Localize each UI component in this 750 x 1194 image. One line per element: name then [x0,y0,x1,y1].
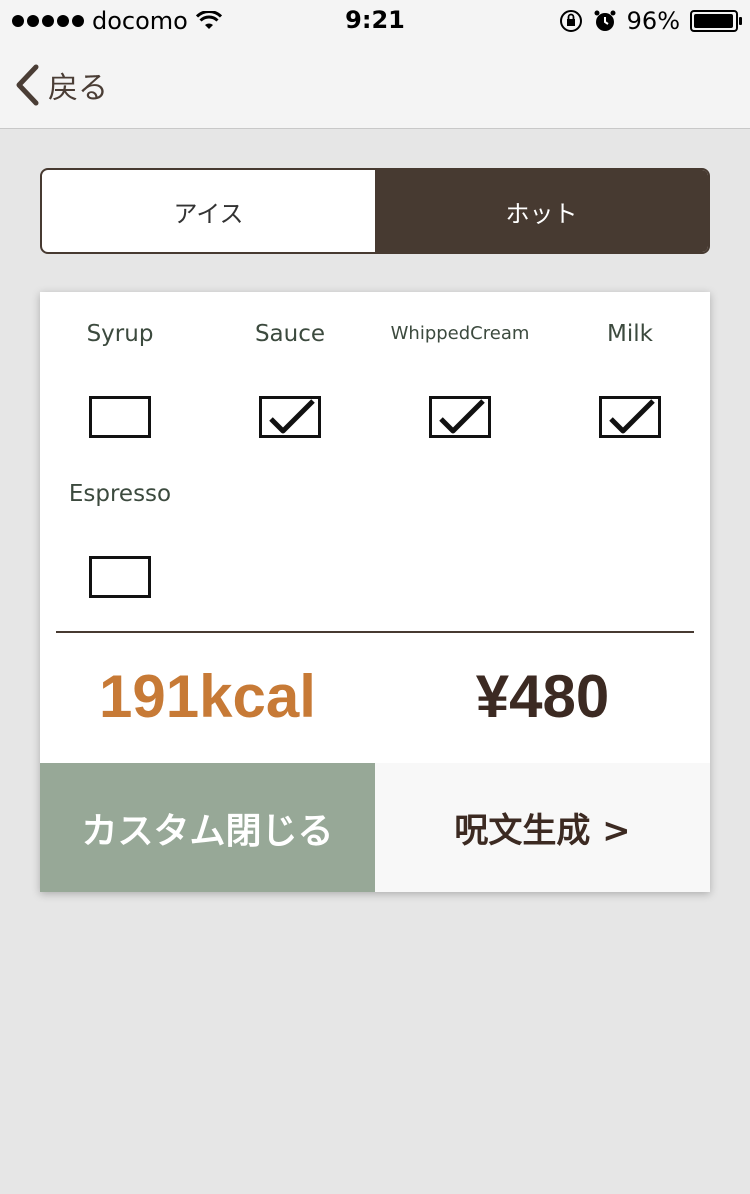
battery-icon [690,10,742,32]
whipped-cream-checkbox[interactable] [429,396,491,438]
rotation-lock-icon [559,10,582,32]
option-milk: Milk [550,318,710,438]
checkmark-icon [269,399,315,434]
option-label: Espresso [68,481,172,507]
price-total: ¥480 [475,663,610,730]
divider [56,631,694,633]
espresso-checkbox[interactable] [89,556,151,598]
option-label: Sauce [254,321,326,347]
sauce-checkbox[interactable] [259,396,321,438]
status-right: 96% [559,6,742,36]
option-whipped-cream: WhippedCream [380,318,540,438]
segment-ice[interactable]: アイス [42,170,375,252]
option-label: Syrup [86,321,154,347]
segment-hot[interactable]: ホット [375,170,708,252]
milk-checkbox[interactable] [599,396,661,438]
syrup-checkbox[interactable] [89,396,151,438]
option-label: WhippedCream [390,323,530,344]
close-custom-button[interactable]: カスタム閉じる [40,763,375,892]
status-bar: docomo 9:21 96% [0,0,750,42]
calorie-total: 191kcal [99,663,316,730]
option-label: Milk [607,321,653,347]
customization-card: Syrup Sauce WhippedCream Milk Espresso 1… [40,292,710,892]
navigation-bar: 戻る [0,42,750,129]
checkmark-icon [609,399,655,434]
back-label: 戻る [48,71,108,106]
generate-spell-button[interactable]: 呪文生成 > [375,763,710,892]
back-button[interactable]: 戻る [14,64,108,106]
chevron-left-icon [16,64,39,106]
checkmark-icon [439,399,485,434]
option-syrup: Syrup [40,318,200,438]
option-espresso: Espresso [40,478,200,598]
temperature-segmented-control: アイス ホット [40,168,710,254]
alarm-icon [594,10,616,31]
battery-percent: 96% [626,7,680,35]
option-sauce: Sauce [210,318,370,438]
